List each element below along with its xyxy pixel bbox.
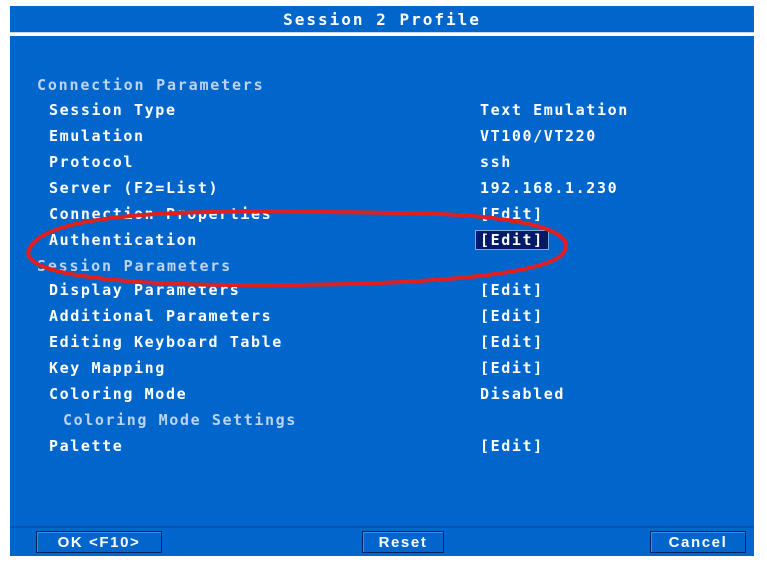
setting-value[interactable]: Disabled [480, 385, 565, 403]
setting-label: Authentication [49, 231, 198, 249]
setting-value[interactable]: Text Emulation [480, 101, 629, 119]
setting-label: Palette [49, 437, 124, 455]
edit-button[interactable]: [Edit] [480, 333, 544, 351]
edit-button[interactable]: [Edit] [480, 281, 544, 299]
setting-label: Session Type [49, 101, 177, 119]
setting-value[interactable]: ssh [480, 153, 512, 171]
settings-panel: Connection Parameters Session Type Text … [10, 36, 754, 554]
setting-row-authentication[interactable]: Authentication [Edit] [10, 229, 754, 255]
cancel-button[interactable]: Cancel [650, 531, 746, 553]
setting-value[interactable]: 192.168.1.230 [480, 179, 618, 197]
section-connection-parameters: Connection Parameters [37, 76, 265, 94]
setting-label: Coloring Mode [49, 385, 188, 403]
setting-row-display-parameters[interactable]: Display Parameters [Edit] [10, 279, 754, 305]
setting-row-emulation[interactable]: Emulation VT100/VT220 [10, 125, 754, 151]
setting-row-coloring-mode-settings: Coloring Mode Settings [10, 409, 754, 435]
setting-row-coloring-mode[interactable]: Coloring Mode Disabled [10, 383, 754, 409]
setting-row-key-mapping[interactable]: Key Mapping [Edit] [10, 357, 754, 383]
setting-row-connection-properties[interactable]: Connection Properties [Edit] [10, 203, 754, 229]
setting-row-additional-parameters[interactable]: Additional Parameters [Edit] [10, 305, 754, 331]
setting-label: Protocol [49, 153, 135, 171]
setting-row-editing-keyboard-table[interactable]: Editing Keyboard Table [Edit] [10, 331, 754, 357]
setting-label: Editing Keyboard Table [49, 333, 283, 351]
edit-button-selected[interactable]: [Edit] [475, 230, 549, 250]
setting-row-protocol[interactable]: Protocol ssh [10, 151, 754, 177]
setting-row-session-type[interactable]: Session Type Text Emulation [10, 99, 754, 125]
setting-value[interactable]: VT100/VT220 [480, 127, 597, 145]
button-bar: OK <F10> Reset Cancel [10, 526, 754, 556]
title-bar: Session 2 Profile [10, 6, 754, 33]
session-profile-window: Session 2 Profile Connection Parameters … [0, 0, 767, 562]
setting-label: Key Mapping [49, 359, 166, 377]
edit-button[interactable]: [Edit] [480, 359, 544, 377]
setting-label: Display Parameters [49, 281, 241, 299]
reset-button[interactable]: Reset [362, 531, 444, 553]
setting-row-server[interactable]: Server (F2=List) 192.168.1.230 [10, 177, 754, 203]
setting-label: Emulation [49, 127, 145, 145]
edit-button[interactable]: [Edit] [480, 307, 544, 325]
window-title: Session 2 Profile [283, 10, 481, 29]
setting-label: Connection Properties [49, 205, 273, 223]
section-session-parameters: Session Parameters [37, 257, 232, 275]
setting-label: Additional Parameters [49, 307, 273, 325]
setting-label: Server (F2=List) [49, 179, 220, 197]
ok-button[interactable]: OK <F10> [36, 531, 162, 553]
setting-label-disabled: Coloring Mode Settings [63, 411, 297, 429]
setting-row-palette[interactable]: Palette [Edit] [10, 435, 754, 461]
edit-button[interactable]: [Edit] [480, 205, 544, 223]
edit-button[interactable]: [Edit] [480, 437, 544, 455]
